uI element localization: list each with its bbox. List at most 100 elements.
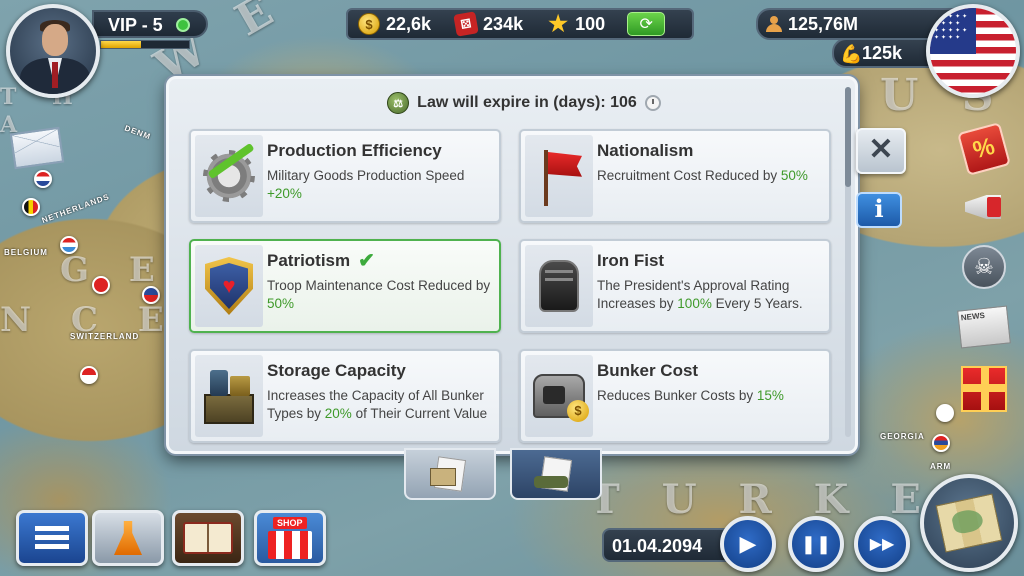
tab-civil-laws[interactable] (404, 448, 496, 500)
dice-resource[interactable]: ⚄ 234k (453, 11, 524, 37)
main-menu-button[interactable] (16, 510, 88, 566)
refresh-button[interactable]: ⟳ (627, 12, 666, 36)
book-icon (183, 522, 233, 554)
announcement-button[interactable] (956, 182, 1012, 232)
shop-label: SHOP (273, 517, 307, 529)
law-title: Patriotism ✔ (267, 250, 375, 272)
vip-progress-bar (100, 40, 190, 49)
map-label-belgium: BELGIUM (4, 248, 48, 257)
map-flag-pin[interactable] (92, 276, 110, 294)
clock-icon (644, 95, 661, 111)
star-icon: ★ (548, 11, 568, 36)
map-flag-pin[interactable] (80, 366, 98, 384)
star-resource[interactable]: ★ 100 (547, 11, 606, 36)
map-flag-pin[interactable] (936, 404, 954, 422)
tank-icon (534, 476, 568, 488)
skull-icon: ☠ (962, 245, 1006, 289)
shop-button[interactable]: SHOP (254, 510, 326, 566)
law-card[interactable]: Production Efficiency Military Goods Pro… (189, 129, 501, 223)
dice-value: 234k (483, 13, 524, 34)
gift-box-icon (961, 366, 1007, 412)
map-flag-pin[interactable] (932, 434, 950, 452)
heart-shield-icon: ♥ (195, 245, 263, 327)
play-button[interactable]: ▶ (720, 516, 776, 572)
storage-crates-icon (195, 355, 263, 437)
gear-growth-icon (195, 135, 263, 217)
law-title: Production Efficiency (267, 141, 442, 160)
pause-button[interactable]: ❚❚ (788, 516, 844, 572)
law-title: Nationalism (597, 141, 694, 160)
map-flag-pin[interactable] (60, 236, 78, 254)
flask-icon (114, 521, 142, 555)
map-label-denmark: DENM (123, 123, 153, 142)
law-description: Increases the Capacity of All Bunker Typ… (267, 388, 488, 421)
money-value: 22,6k (386, 13, 432, 34)
law-description: Reduces Bunker Costs by 15% (597, 388, 784, 403)
law-description: Troop Maintenance Cost Reduced by 50% (267, 278, 491, 311)
law-description: Recruitment Cost Reduced by 50% (597, 168, 808, 183)
population-icon (766, 16, 782, 32)
map-label-armenia: ARM (930, 462, 952, 471)
coin-icon: $ (358, 13, 380, 35)
info-button[interactable]: i (856, 192, 902, 228)
bunker-coin-icon (525, 355, 593, 437)
hamburger-icon (35, 526, 69, 550)
laws-dialog: ⚖ Law will expire in (days): 106 Product… (166, 76, 858, 454)
newspaper-icon: NEWS (957, 305, 1011, 349)
population-display[interactable]: 125,76M (756, 8, 956, 40)
sale-offer-button[interactable]: % (956, 122, 1012, 176)
tab-military-laws[interactable] (510, 448, 602, 500)
checkmark-icon: ✔ (358, 250, 375, 272)
law-title: Storage Capacity (267, 361, 406, 380)
fast-forward-icon: ▶▶ (869, 536, 895, 553)
online-indicator-icon (176, 18, 190, 32)
population-value: 125,76M (788, 14, 859, 34)
country-flag-usa[interactable]: ✦✦✦✦✦ ✦✦✦✦ ✦✦✦✦✦ ✦✦✦✦ (926, 4, 1020, 98)
research-button[interactable] (92, 510, 164, 566)
iron-fist-icon (525, 245, 593, 327)
map-flag-pin[interactable] (142, 286, 160, 304)
vip-status[interactable]: VIP - 5 (92, 10, 208, 38)
player-avatar[interactable] (6, 4, 100, 98)
world-map-button[interactable] (920, 474, 1018, 572)
play-icon: ▶ (739, 531, 757, 556)
scrollbar-thumb[interactable] (845, 87, 851, 187)
news-button[interactable]: NEWS (956, 302, 1012, 352)
vip-progress-fill (101, 41, 141, 48)
law-expiry-header: ⚖ Law will expire in (days): 106 (379, 89, 669, 117)
close-button[interactable]: ✕ (856, 128, 906, 174)
flag-stars-icon: ✦✦✦✦✦ ✦✦✦✦ ✦✦✦✦✦ ✦✦✦✦ (930, 8, 976, 54)
gift-button[interactable] (956, 364, 1012, 414)
fast-forward-button[interactable]: ▶▶ (854, 516, 910, 572)
map-flag-pin[interactable] (22, 198, 40, 216)
law-card-active[interactable]: ♥ Patriotism ✔ Troop Maintenance Cost Red… (189, 239, 501, 333)
law-card[interactable]: Storage Capacity Increases the Capacity … (189, 349, 501, 443)
pirates-button[interactable]: ☠ (956, 242, 1012, 292)
folded-map-icon (935, 493, 1003, 553)
map-label-georgia: GEORGIA (880, 432, 925, 441)
money-resource[interactable]: $ 22,6k (358, 13, 431, 35)
map-flag-pin[interactable] (34, 170, 52, 188)
law-description: Military Goods Production Speed +20% (267, 168, 465, 201)
star-value: 100 (575, 13, 606, 34)
building-icon (430, 468, 456, 486)
dialog-scrollbar[interactable] (845, 87, 851, 437)
mail-icon[interactable] (9, 126, 65, 170)
law-title: Iron Fist (597, 251, 665, 270)
sale-tag-icon: % (957, 122, 1011, 176)
map-label-switzerland: SWITZERLAND (70, 332, 140, 341)
refresh-icon: ⟳ (639, 16, 653, 33)
red-flag-icon (525, 135, 593, 217)
army-value: 125k (862, 43, 903, 63)
map-label-netherlands: NETHERLANDS (40, 192, 111, 225)
law-card[interactable]: Iron Fist The President's Approval Ratin… (519, 239, 831, 333)
encyclopedia-button[interactable] (172, 510, 244, 566)
vip-label: VIP - 5 (108, 15, 163, 35)
law-emblem-icon: ⚖ (387, 92, 410, 114)
megaphone-icon (961, 187, 1007, 227)
law-card[interactable]: Bunker Cost Reduces Bunker Costs by 15% (519, 349, 831, 443)
dice-icon: ⚄ (453, 11, 479, 37)
law-card[interactable]: Nationalism Recruitment Cost Reduced by … (519, 129, 831, 223)
bicep-icon: 💪 (840, 44, 863, 64)
law-title: Bunker Cost (597, 361, 699, 380)
